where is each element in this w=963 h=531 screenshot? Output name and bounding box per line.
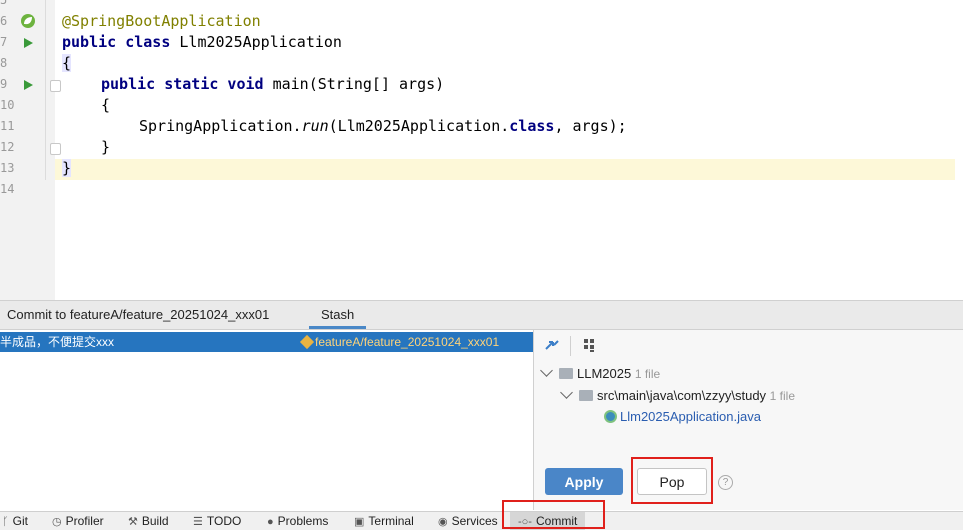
toolbar-profiler[interactable]: ◷ Profiler [52, 512, 104, 530]
toolbar-build-label: Build [141, 514, 169, 528]
matched-brace: } [62, 159, 72, 177]
args-end: , args); [554, 117, 627, 135]
tree-node-root[interactable]: LLM2025 1 file [540, 364, 661, 381]
toolbar-separator [570, 336, 571, 356]
code-line: } [101, 137, 110, 158]
class-name: Llm2025Application [170, 33, 342, 51]
chevron-down-icon[interactable] [560, 386, 573, 399]
fold-marker[interactable] [50, 143, 61, 155]
code-line: } [62, 158, 72, 179]
tab-stash[interactable]: Stash [309, 301, 367, 329]
method-signature: main(String[] args) [263, 75, 445, 93]
compare-icon[interactable] [543, 336, 561, 354]
profiler-icon: ◷ [52, 516, 62, 528]
commit-tool-window-header: Commit to featureA/feature_20251024_xxx0… [0, 300, 963, 330]
module-icon [559, 368, 573, 379]
folder-icon [579, 390, 593, 401]
stash-branch-label: featureA/feature_20251024_xxx01 [315, 335, 500, 349]
group-by-icon[interactable] [581, 336, 599, 354]
help-icon[interactable]: ? [718, 475, 733, 490]
tree-node-label: src\main\java\com\zzyy\study [597, 388, 767, 403]
line-number: 8 [0, 56, 8, 70]
line-number: 11 [0, 119, 15, 133]
code-line: public class Llm2025Application [62, 32, 342, 53]
toolbar-todo-label: TODO [206, 514, 242, 528]
line-number: 7 [0, 35, 8, 49]
code-editor[interactable]: 5 6 7 8 9 10 11 12 13 14 @SpringBootAppl… [0, 0, 963, 300]
keyword: public class [62, 33, 171, 51]
fold-marker[interactable] [50, 80, 61, 92]
keyword: public static void [101, 75, 264, 93]
code-line: { [101, 95, 110, 116]
file-name: Llm2025Application.java [620, 409, 761, 424]
code-line: @SpringBootApplication [62, 11, 261, 32]
toolbar-git[interactable]: ᚴ Git [2, 512, 28, 530]
toolbar-services-label: Services [451, 514, 498, 528]
current-line-highlight [55, 159, 955, 180]
tree-node-label: LLM2025 [577, 366, 632, 381]
class-ref: SpringApplication. [139, 117, 302, 135]
line-number: 6 [0, 14, 8, 28]
hammer-icon: ⚒ [128, 516, 138, 528]
toolbar-profiler-label: Profiler [65, 514, 104, 528]
line-number: 9 [0, 77, 8, 91]
gutter-divider [45, 0, 46, 180]
code-line: SpringApplication.run(Llm2025Application… [139, 116, 627, 137]
spring-bean-icon[interactable] [20, 13, 36, 29]
line-number: 14 [0, 182, 15, 196]
toolbar-problems-label: Problems [277, 514, 329, 528]
toolbar-terminal-label: Terminal [368, 514, 414, 528]
list-icon: ☰ [193, 516, 203, 528]
args: (Llm2025Application. [328, 117, 510, 135]
file-count: 1 file [634, 367, 661, 381]
info-icon: ● [267, 516, 274, 528]
tool-window-bar: ᚴ Git ◷ Profiler ⚒ Build ☰ TODO ● Problems ▣ T… [0, 511, 963, 530]
toolbar-problems[interactable]: ● Problems [267, 512, 328, 530]
tag-icon [299, 334, 315, 350]
stash-entry[interactable]: 半成品，不便提交xxx featureA/feature_20251024_xx… [0, 332, 533, 352]
terminal-icon: ▣ [354, 516, 365, 528]
file-count: 1 file [769, 389, 796, 403]
toolbar-git-label: Git [12, 514, 28, 528]
brace: { [101, 96, 111, 114]
run-icon[interactable] [20, 77, 36, 93]
line-number: 13 [0, 161, 15, 175]
chevron-down-icon[interactable] [540, 364, 553, 377]
editor-gutter: 5 6 7 8 9 10 11 12 13 14 [0, 0, 55, 300]
toolbar-services[interactable]: ◉ Services [438, 512, 498, 530]
brace: } [101, 138, 111, 156]
code-line: public static void main(String[] args) [101, 74, 444, 95]
play-icon: ◉ [438, 516, 448, 528]
branch-icon: ᚴ [2, 516, 9, 528]
method-call: run [301, 117, 329, 135]
toolbar-todo[interactable]: ☰ TODO [193, 512, 241, 530]
toolbar-terminal[interactable]: ▣ Terminal [354, 512, 414, 530]
commit-highlight-box [502, 500, 605, 529]
java-class-icon [604, 410, 617, 423]
code-line: { [62, 53, 72, 74]
stash-message: 半成品，不便提交xxx [0, 335, 115, 349]
pop-highlight-box [631, 457, 713, 504]
line-number: 12 [0, 140, 15, 154]
tree-node-folder[interactable]: src\main\java\com\zzyy\study 1 file [560, 386, 796, 403]
annotation: @SpringBootApplication [62, 12, 261, 30]
tree-node-file[interactable]: Llm2025Application.java [604, 409, 761, 424]
stash-list: 半成品，不便提交xxx featureA/feature_20251024_xx… [0, 330, 533, 510]
line-number: 10 [0, 98, 15, 112]
keyword: class [509, 117, 555, 135]
matched-brace: { [62, 54, 72, 72]
toolbar-build[interactable]: ⚒ Build [128, 512, 169, 530]
stash-branch: featureA/feature_20251024_xxx01 [299, 332, 500, 352]
run-icon[interactable] [20, 35, 36, 51]
tab-commit[interactable]: Commit to featureA/feature_20251024_xxx0… [7, 301, 269, 329]
line-number: 5 [0, 0, 8, 7]
apply-button[interactable]: Apply [545, 468, 623, 495]
